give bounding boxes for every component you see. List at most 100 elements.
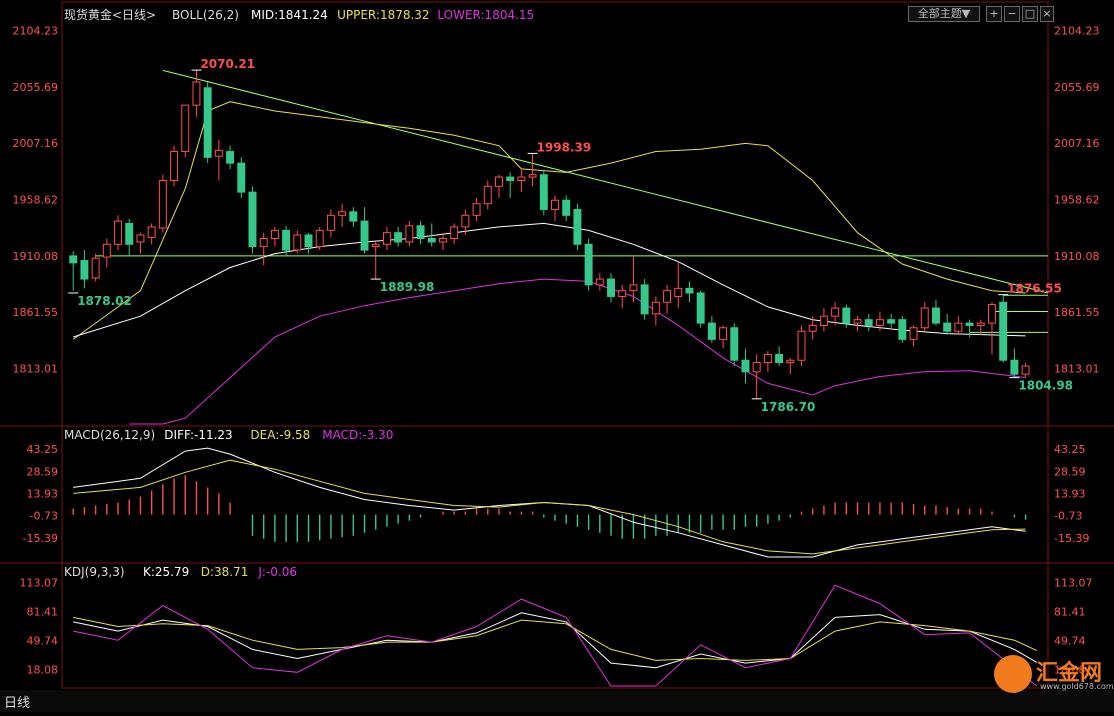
candle-body [943, 322, 952, 332]
y-tick-label-right: 113.07 [1054, 577, 1093, 590]
candle-body [394, 232, 403, 243]
y-tick-label-right: 49.74 [1054, 634, 1086, 647]
y-tick-label-left: 113.07 [20, 577, 59, 590]
y-tick-label-right: 81.41 [1054, 605, 1086, 618]
trendline [162, 69, 1049, 294]
close-icon[interactable]: × [1040, 6, 1054, 22]
chart-stage: 2104.23 2104.23 2055.69 2055.69 2007.16 2007.… [0, 0, 1114, 712]
candle-body [719, 327, 728, 340]
candle-body [405, 225, 414, 243]
watermark-url: www.gold678.com [1040, 682, 1114, 691]
candle-body [618, 290, 627, 297]
window-icon[interactable]: □ [1022, 6, 1038, 22]
candle-body [461, 214, 470, 228]
candle-body [775, 353, 784, 364]
candle-body [438, 237, 447, 243]
candle-body [517, 176, 526, 182]
candle-body [472, 203, 481, 216]
candle-body [147, 226, 156, 238]
candle-body [797, 330, 806, 361]
kdj-d-value: D:38.71 [201, 565, 249, 579]
candle-body [338, 211, 347, 216]
y-tick-label-left: 28.59 [27, 465, 59, 478]
y-tick-label-left: -0.73 [30, 510, 58, 523]
candle-body [80, 260, 89, 280]
candle-body [69, 255, 78, 264]
macd-diff-value: DIFF:-11.23 [164, 428, 232, 442]
candle-body [819, 315, 828, 326]
y-tick-label-right: 1813.01 [1054, 362, 1100, 375]
candle-body [875, 319, 884, 326]
candle-body [584, 243, 593, 286]
candle-body [864, 319, 873, 326]
candle-body [752, 362, 761, 373]
y-tick-label-right: 1958.62 [1054, 194, 1100, 207]
candle-body [237, 162, 246, 193]
y-tick-label-left: 2055.69 [13, 81, 59, 94]
zoom-in-icon[interactable]: + [986, 6, 1002, 22]
candle-body [226, 151, 235, 164]
price-annotation: 1804.98 [1018, 379, 1073, 393]
candle-body [842, 307, 851, 324]
price-annotation: 1878.02 [77, 294, 132, 308]
zoom-out-icon[interactable]: − [1004, 6, 1020, 22]
range-select-button[interactable]: 全部主题▼ [908, 6, 980, 22]
candle-body [640, 284, 649, 315]
candle-body [909, 327, 918, 340]
y-tick-label-right: 1861.55 [1054, 306, 1100, 319]
candle-body [931, 307, 940, 324]
y-tick-label-left: 18.08 [27, 663, 59, 676]
y-tick-label-left: -15.39 [23, 532, 58, 545]
boll-upper-line [72, 101, 1026, 340]
candle-body [427, 237, 436, 243]
candle-body [976, 322, 985, 326]
candle-body [114, 220, 122, 245]
y-tick-label-right: 1910.08 [1054, 250, 1100, 263]
y-tick-label-left: 1861.55 [13, 306, 59, 319]
candle-body [539, 174, 548, 211]
macd-label: MACD(26,12,9) [64, 428, 155, 442]
watermark-logo-icon [994, 655, 1032, 693]
kdj-j-line [73, 584, 1038, 687]
candle-body [528, 174, 537, 178]
candle-body [999, 301, 1008, 361]
candle-body [360, 220, 369, 251]
y-tick-label-right: 13.93 [1054, 488, 1086, 501]
candle-body [954, 322, 963, 332]
y-tick-label-right: 2055.69 [1054, 81, 1100, 94]
candle-body [483, 185, 492, 205]
candle-body [382, 232, 391, 245]
candle-body [293, 234, 302, 251]
candle-body [102, 243, 111, 258]
candle-body [282, 229, 291, 251]
period-bar: 日线 [0, 690, 1114, 712]
period-label[interactable]: 日线 [4, 692, 30, 711]
candle-body [696, 292, 705, 324]
kdj-k-value: K:25.79 [143, 565, 189, 579]
candle-body [629, 284, 638, 292]
macd-macd-value: MACD:-3.30 [322, 428, 393, 442]
boll-lower-value: LOWER:1804.15 [437, 8, 534, 22]
y-tick-label-right: 2104.23 [1054, 25, 1100, 38]
candle-body [685, 287, 694, 294]
candle-body [607, 278, 615, 297]
y-tick-label-left: 49.74 [27, 634, 59, 647]
y-tick-label-left: 2104.23 [13, 25, 59, 38]
kdj-j-value: J:-0.06 [257, 565, 297, 579]
candle-body [270, 229, 279, 239]
boll-label: BOLL(26,2) [172, 8, 239, 22]
price-annotation: 1786.70 [761, 400, 816, 414]
candle-body [450, 226, 459, 239]
candle-body [551, 199, 559, 211]
candle-body [730, 327, 739, 361]
candle-body [170, 151, 179, 182]
price-annotation: 1876.55 [1007, 282, 1062, 296]
candle-body [763, 353, 772, 364]
candle-body [248, 191, 257, 248]
candle-body [349, 211, 358, 222]
candle-body [91, 257, 100, 279]
candle-body [326, 214, 335, 231]
candle-body [831, 307, 840, 317]
chart-svg: 2104.23 2104.23 2055.69 2055.69 2007.16 2007.… [0, 1, 1114, 702]
candle-body [988, 304, 996, 324]
